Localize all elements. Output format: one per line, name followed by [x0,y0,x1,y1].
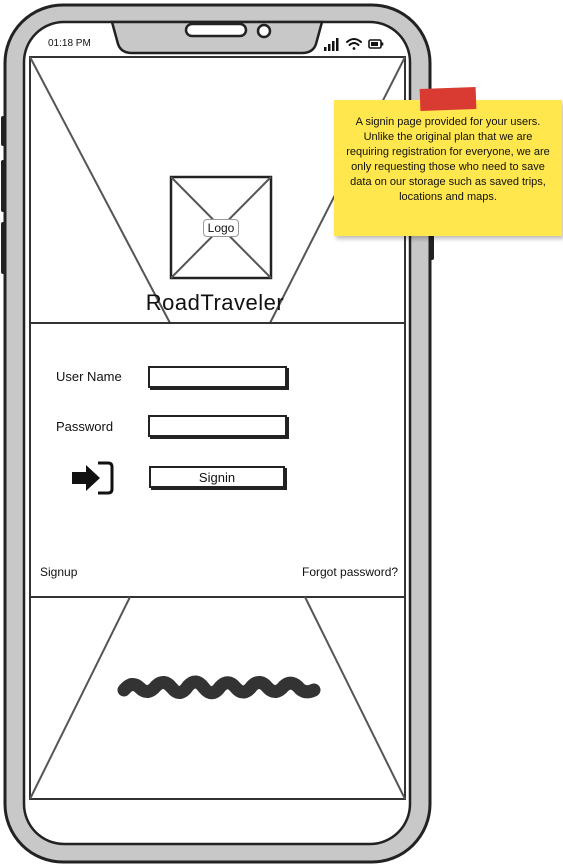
front-camera [256,23,272,39]
speaker-grille [184,22,248,38]
sticky-tape [419,87,477,111]
app-title: RoadTraveler [145,290,285,315]
password-input[interactable] [148,415,287,437]
forgot-password-link[interactable]: Forgot password? [302,565,398,579]
wifi-icon [346,38,362,50]
signin-button[interactable]: Signin [149,466,285,488]
annotation-sticky-note: A signin page provided for your users. U… [334,87,562,236]
username-label: User Name [56,369,122,384]
sign-in-arrow-icon[interactable] [70,460,116,496]
logo-label: Logo [203,219,239,237]
status-time: 01:18 PM [48,38,91,49]
annotation-text: A signin page provided for your users. U… [346,116,550,203]
username-input[interactable] [148,366,287,388]
scribble-placeholder [117,675,321,700]
password-label: Password [56,419,114,434]
signup-link[interactable]: Signup [40,565,77,579]
battery-icon [368,39,384,49]
mockup-stage: 01:18 PM Logo RoadTraveler User Name Pas… [0,0,563,867]
signal-bars-icon [324,38,339,51]
status-icons [324,38,384,51]
